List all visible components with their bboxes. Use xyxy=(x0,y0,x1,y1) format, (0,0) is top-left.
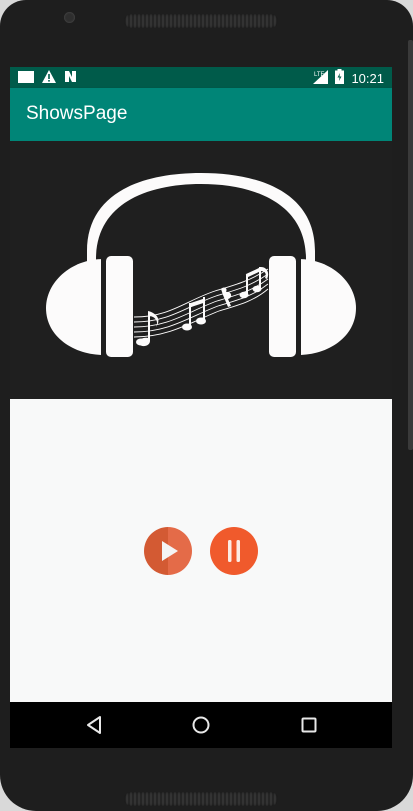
phone-side-buttons xyxy=(408,40,413,450)
recents-button[interactable] xyxy=(297,713,321,737)
page-title: ShowsPage xyxy=(26,103,128,124)
headphones-music-notes-icon xyxy=(46,173,356,357)
player-controls xyxy=(10,399,392,702)
signal-icon: LTE xyxy=(313,69,329,87)
status-time: 10:21 xyxy=(351,70,384,86)
warning-icon xyxy=(42,70,56,86)
navigation-bar xyxy=(10,702,392,748)
n-notification-icon xyxy=(64,70,77,86)
pause-icon xyxy=(228,540,240,562)
back-button[interactable] xyxy=(83,713,107,737)
status-bar: LTE 10:21 xyxy=(10,67,392,88)
back-icon xyxy=(87,716,101,734)
play-icon xyxy=(162,541,178,561)
svg-text:LTE: LTE xyxy=(314,72,325,78)
home-icon xyxy=(192,716,210,734)
hero-banner xyxy=(10,141,392,399)
screen: LTE 10:21 ShowsPage xyxy=(10,67,392,748)
front-camera xyxy=(64,12,75,23)
pause-button[interactable] xyxy=(210,527,258,575)
home-button[interactable] xyxy=(189,713,213,737)
recents-icon xyxy=(301,717,317,733)
phone-frame: LTE 10:21 ShowsPage xyxy=(0,0,413,811)
app-bar: ShowsPage xyxy=(10,88,392,141)
bottom-speaker xyxy=(124,792,278,806)
battery-icon xyxy=(335,69,345,87)
sd-card-icon xyxy=(18,70,34,86)
top-speaker xyxy=(124,14,278,28)
play-button[interactable] xyxy=(144,527,192,575)
